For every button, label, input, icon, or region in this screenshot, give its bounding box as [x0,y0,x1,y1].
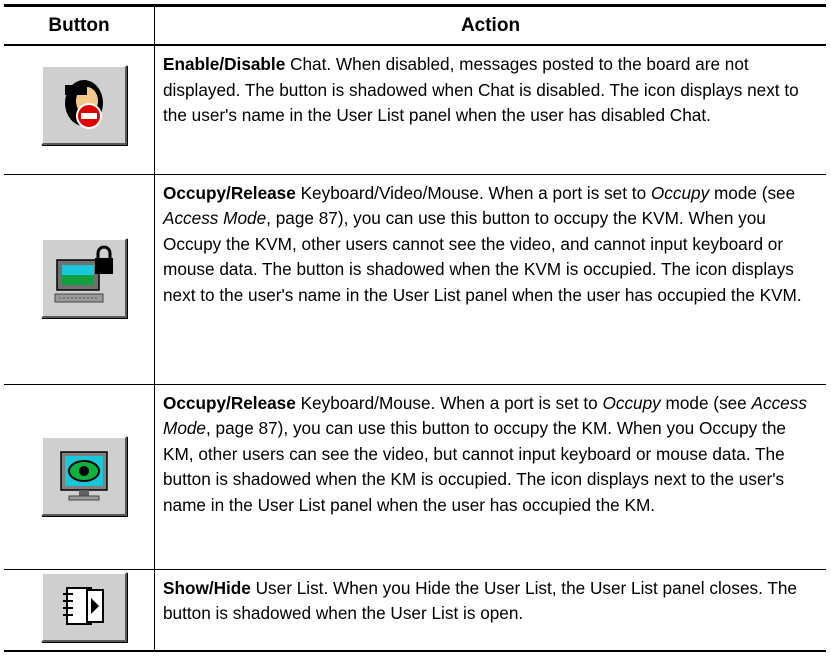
chat-disabled-icon [65,80,103,129]
action-body: User List. When you Hide the User List, … [163,577,797,624]
table-row: Show/Hide User List. When you Hide the U… [4,569,826,651]
button-cell [4,569,155,651]
action-italic: Occupy [602,392,661,413]
action-title: Enable/Disable [163,54,286,74]
action-italic: Access Mode [163,208,267,228]
action-cell: Show/Hide User List. When you Hide the U… [155,569,827,651]
user-list-toggle-button[interactable] [41,571,127,642]
kvm-occupy-icon [54,245,113,302]
table-row: Occupy/Release Keyboard/Mouse. When a po… [4,384,826,570]
km-occupy-button[interactable] [41,435,127,516]
table-header-row: Button Action [4,5,826,46]
chat-toggle-button[interactable] [41,65,127,145]
km-occupy-icon [60,450,108,500]
action-text: Occupy/Release Keyboard/Mouse. When a po… [155,385,826,527]
action-cell: Occupy/Release Keyboard/Video/Mouse. Whe… [154,174,826,385]
action-cell: Occupy/Release Keyboard/Mouse. When a po… [154,384,826,570]
button-action-table: Button Action Enable/Disable Chat. When … [4,4,826,652]
button-cell [4,45,155,175]
action-text: Occupy/Release Keyboard/Video/Mouse. Whe… [155,175,826,317]
kvm-occupy-button[interactable] [41,237,127,318]
action-title: Show/Hide [163,577,251,598]
action-cell: Enable/Disable Chat. When disabled, mess… [154,45,826,175]
action-body: Keyboard/Mouse. When a port is set to [295,392,603,413]
button-cell [4,384,155,570]
action-title: Occupy/Release [163,182,296,203]
button-cell [4,174,155,385]
action-text: Show/Hide User List. When you Hide the U… [155,570,826,635]
action-body: Keyboard/Video/Mouse. When a port is set… [295,182,651,203]
action-body: mode (see [660,392,752,413]
header-action: Action [154,5,826,46]
table-row: Enable/Disable Chat. When disabled, mess… [4,45,826,175]
action-italic: Occupy [650,182,710,203]
action-body: , page 87), you can use this button to o… [163,418,786,515]
user-list-icon [63,586,104,625]
action-title: Occupy/Release [163,392,296,413]
header-button: Button [4,5,155,46]
table-row: Occupy/Release Keyboard/Video/Mouse. Whe… [4,174,826,385]
action-body: mode (see [709,182,796,203]
action-text: Enable/Disable Chat. When disabled, mess… [155,46,826,137]
